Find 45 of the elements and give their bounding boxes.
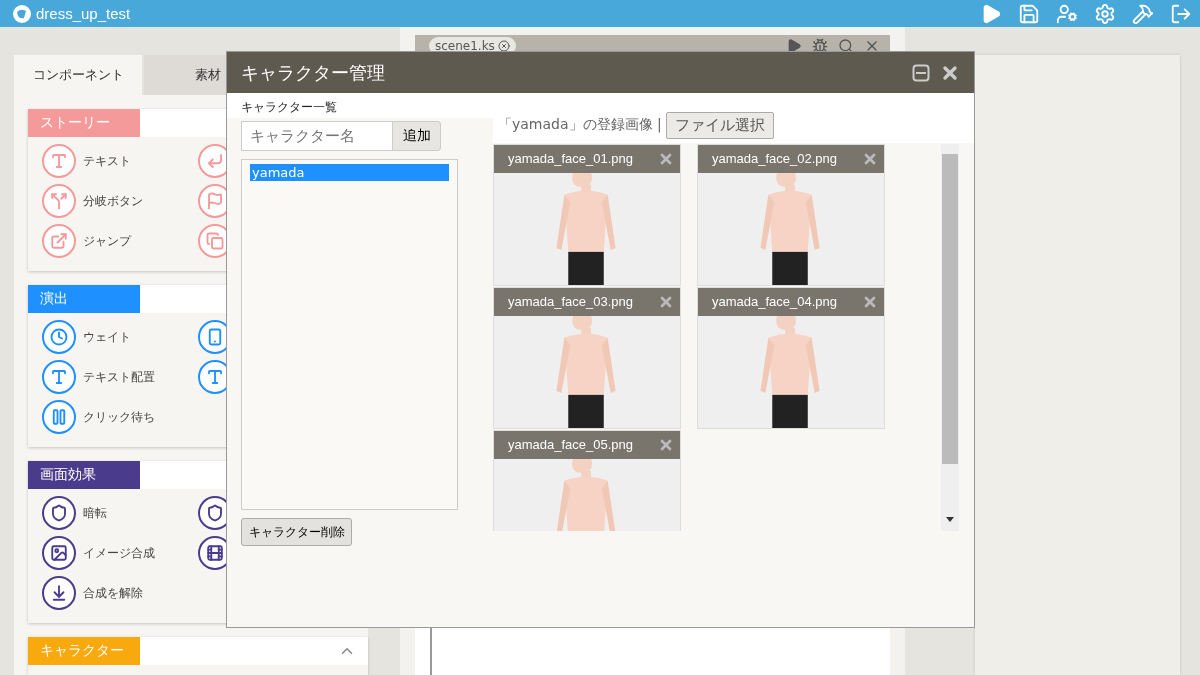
section-title: 演出: [28, 285, 140, 313]
section-title: キャラクター: [28, 637, 140, 665]
hammer-icon[interactable]: [1132, 2, 1154, 25]
file-name: yamada_face_01.png: [508, 151, 635, 167]
text-icon: [42, 144, 76, 178]
section-title: 画面効果: [28, 461, 140, 489]
component-item[interactable]: テキスト: [42, 141, 198, 181]
app-title: dress_up_test: [36, 5, 132, 22]
scrollbar[interactable]: [941, 144, 959, 531]
file-select-button[interactable]: ファイル選択: [665, 111, 774, 139]
component-item[interactable]: 合成を解除: [42, 573, 198, 613]
component-item[interactable]: クリック待ち: [42, 397, 198, 437]
down-arrow-icon[interactable]: [946, 517, 954, 523]
settings-icon[interactable]: [1094, 2, 1116, 25]
exit-icon[interactable]: [1170, 2, 1192, 25]
shield-icon: [42, 496, 76, 530]
section-title: ストーリー: [28, 109, 140, 137]
external-link-icon: [42, 224, 76, 258]
bug-icon[interactable]: [812, 38, 828, 54]
play-icon[interactable]: [786, 38, 802, 54]
component-item[interactable]: イメージ合成: [42, 533, 198, 573]
component-item[interactable]: ウェイト: [42, 317, 198, 357]
add-button[interactable]: 追加: [393, 121, 441, 151]
close-icon[interactable]: [497, 40, 510, 52]
user-settings-icon[interactable]: [1056, 2, 1078, 25]
file-name: yamada_face_05.png: [508, 437, 635, 453]
text-size-icon: [42, 360, 76, 394]
image-icon: [42, 536, 76, 570]
clock-icon: [42, 320, 76, 354]
component-item[interactable]: テキスト配置: [42, 357, 198, 397]
component-item[interactable]: 暗転: [42, 493, 198, 533]
search-icon[interactable]: [838, 38, 854, 54]
logo-icon: [12, 3, 32, 24]
delete-button[interactable]: キャラクター削除: [241, 518, 352, 546]
panel-tab[interactable]: コンポーネント: [14, 55, 142, 95]
file-name: yamada_face_02.png: [712, 151, 839, 167]
pause-icon: [42, 400, 76, 434]
file-name: yamada_face_04.png: [712, 294, 839, 310]
images-label: 「yamada」の登録画像 |: [498, 116, 662, 134]
file-name: yamada_face_03.png: [508, 294, 635, 310]
save-icon[interactable]: [1018, 2, 1040, 25]
component-item[interactable]: ジャンプ: [42, 221, 198, 261]
component-item[interactable]: 分岐ボタン: [42, 181, 198, 221]
minimize-icon[interactable]: [912, 63, 930, 82]
name-field[interactable]: キャラクター名: [241, 121, 393, 151]
